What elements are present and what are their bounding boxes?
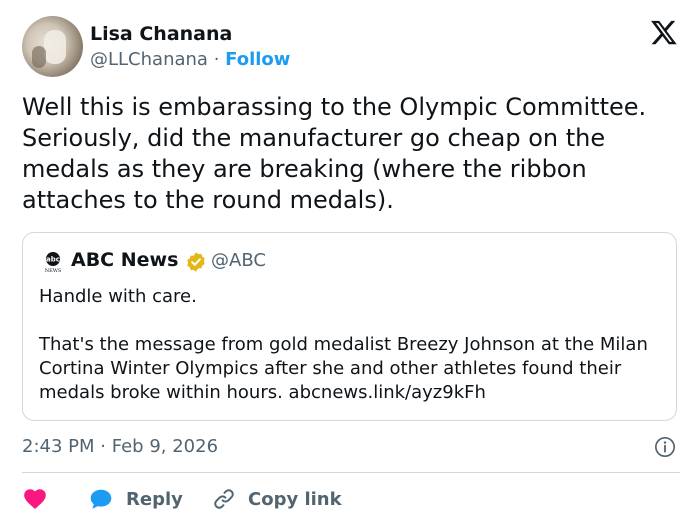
like-button[interactable] (22, 485, 48, 513)
link-icon (214, 489, 234, 509)
copy-link-label: Copy link (248, 488, 342, 510)
tweet-text: Well this is embarassing to the Olympic … (22, 93, 647, 214)
heart-icon (24, 489, 46, 509)
tweet-date: Feb 9, 2026 (111, 436, 219, 457)
author-name[interactable]: Lisa Chanana (90, 23, 232, 45)
x-logo-icon[interactable] (650, 18, 678, 46)
reply-bubble-icon (90, 489, 112, 509)
reply-button[interactable]: Reply (88, 485, 183, 513)
abc-news-logo-text: NEWS (45, 268, 62, 274)
follow-button[interactable]: Follow (225, 49, 290, 70)
tweet-header: Lisa Chanana @LLChanana · Follow (22, 16, 682, 78)
tweet-time: 2:43 PM (22, 436, 95, 457)
quoted-author-name[interactable]: ABC News (71, 249, 178, 271)
avatar[interactable] (22, 16, 83, 77)
action-bar: Reply Copy link (22, 485, 682, 513)
svg-text:abc: abc (46, 256, 60, 264)
abc-news-logo: abc NEWS (45, 252, 62, 274)
reply-label: Reply (126, 488, 183, 510)
quoted-author-handle[interactable]: @ABC (211, 250, 266, 271)
copy-link-button[interactable]: Copy link (212, 485, 342, 513)
verified-badge-icon (187, 252, 205, 272)
separator-dot: · (100, 436, 106, 457)
timestamp[interactable]: 2:43 PM · Feb 9, 2026 (22, 436, 218, 457)
divider (22, 472, 680, 473)
author-handle[interactable]: @LLChanana (90, 49, 208, 70)
author-handle-line: @LLChanana · Follow (90, 49, 290, 70)
separator-dot: · (213, 49, 220, 70)
quoted-tweet-text: Handle with care. That's the message fro… (39, 286, 648, 403)
info-icon[interactable] (654, 436, 676, 458)
quoted-tweet[interactable]: abc NEWS ABC News @ABC Handle with care.… (22, 232, 677, 421)
